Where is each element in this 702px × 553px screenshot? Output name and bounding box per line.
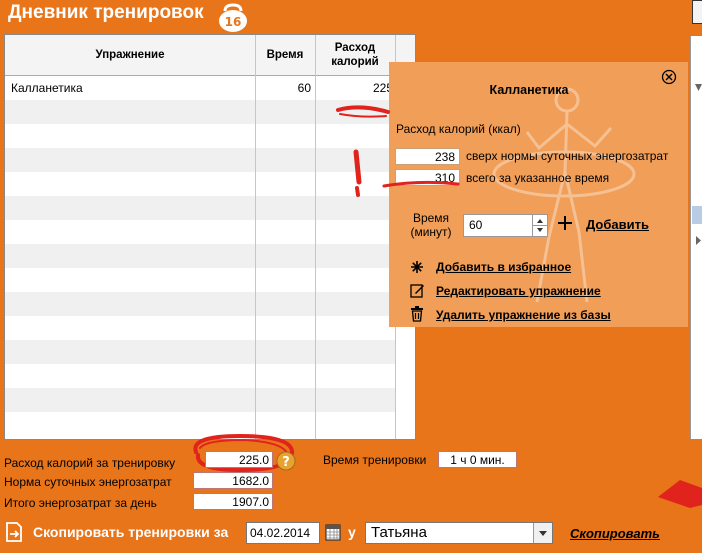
window-control[interactable]	[692, 0, 702, 24]
cell-calories: 225	[372, 81, 393, 95]
table-row[interactable]	[5, 172, 396, 196]
norm-label: Норма суточных энергозатрат	[4, 475, 172, 489]
time-stepper[interactable]: 60	[463, 214, 548, 237]
total-calories-label: всего за указанное время	[466, 171, 610, 185]
svg-text:?: ?	[282, 455, 290, 470]
date-field[interactable]: 04.02.2014	[246, 522, 320, 544]
add-favorite-link[interactable]: Добавить в избранное	[436, 260, 571, 274]
copy-trainings-label: Скопировать тренировки за	[33, 524, 229, 540]
training-time-label: Время тренировки	[323, 453, 427, 467]
side-list[interactable]	[690, 36, 702, 439]
badge-count: 16	[225, 15, 242, 29]
app-title: Дневник тренировок	[8, 2, 204, 23]
plus-icon[interactable]	[557, 215, 573, 234]
training-time-field: 1 ч 0 мин.	[438, 451, 517, 468]
calories-per-training-label: Расход калорий за тренировку	[4, 456, 176, 470]
table-row[interactable]	[5, 124, 396, 148]
question-icon[interactable]: ?	[276, 451, 296, 474]
table-header: Упражнение Время Расход калорий	[5, 35, 415, 76]
norm-field: 1682.0	[193, 472, 273, 489]
table-row[interactable]	[5, 412, 396, 436]
table-row[interactable]	[5, 316, 396, 340]
copy-icon	[4, 521, 26, 546]
kettlebell-icon: 16	[216, 3, 250, 33]
user-prefix-label: у	[348, 524, 356, 540]
table-row[interactable]	[5, 244, 396, 268]
time-label: Время (минут)	[410, 211, 452, 239]
calories-per-training-field: 225.0	[205, 451, 273, 468]
column-header-calories[interactable]: Расход калорий	[315, 35, 395, 75]
daily-total-label: Итого энергозатрат за день	[4, 496, 157, 510]
table-row[interactable]: Калланетика 60 225	[5, 76, 396, 100]
calories-label: Расход калорий (ккал)	[396, 122, 521, 136]
column-divider	[315, 35, 316, 439]
table-row[interactable]	[5, 196, 396, 220]
table-row[interactable]	[5, 268, 396, 292]
table-row[interactable]	[5, 340, 396, 364]
cell-exercise: Калланетика	[11, 81, 83, 95]
user-select-value: Татьяна	[371, 524, 427, 541]
delete-exercise-link[interactable]: Удалить упражнение из базы	[436, 308, 611, 322]
stepper-arrows[interactable]	[532, 215, 547, 236]
above-norm-label: сверх нормы суточных энергозатрат	[466, 149, 669, 163]
user-select[interactable]: Татьяна	[365, 522, 553, 544]
pencil-icon	[410, 283, 425, 301]
edit-exercise-link[interactable]: Редактировать упражнение	[436, 284, 601, 298]
column-header-time[interactable]: Время	[255, 35, 315, 75]
close-icon[interactable]	[661, 69, 677, 85]
star-icon	[410, 260, 424, 277]
table-row[interactable]	[5, 388, 396, 412]
chevron-down-icon[interactable]	[533, 523, 552, 543]
table-row[interactable]	[5, 292, 396, 316]
copy-link[interactable]: Скопировать	[570, 526, 660, 541]
time-value: 60	[469, 218, 483, 232]
column-header-exercise[interactable]: Упражнение	[5, 35, 255, 75]
table-row[interactable]	[5, 148, 396, 172]
calendar-icon[interactable]	[325, 523, 341, 544]
table-row[interactable]	[5, 100, 396, 124]
above-norm-field: 238	[395, 148, 460, 165]
cell-time: 60	[297, 81, 311, 95]
table-row[interactable]	[5, 364, 396, 388]
column-divider	[255, 35, 256, 439]
trash-icon	[410, 306, 424, 325]
total-calories-field: 310	[395, 169, 460, 186]
table-row[interactable]	[5, 220, 396, 244]
add-link[interactable]: Добавить	[586, 217, 649, 232]
exercise-table: Упражнение Время Расход калорий Калланет…	[4, 34, 416, 440]
popup-title: Калланетика	[489, 83, 569, 97]
daily-total-field: 1907.0	[193, 493, 273, 510]
